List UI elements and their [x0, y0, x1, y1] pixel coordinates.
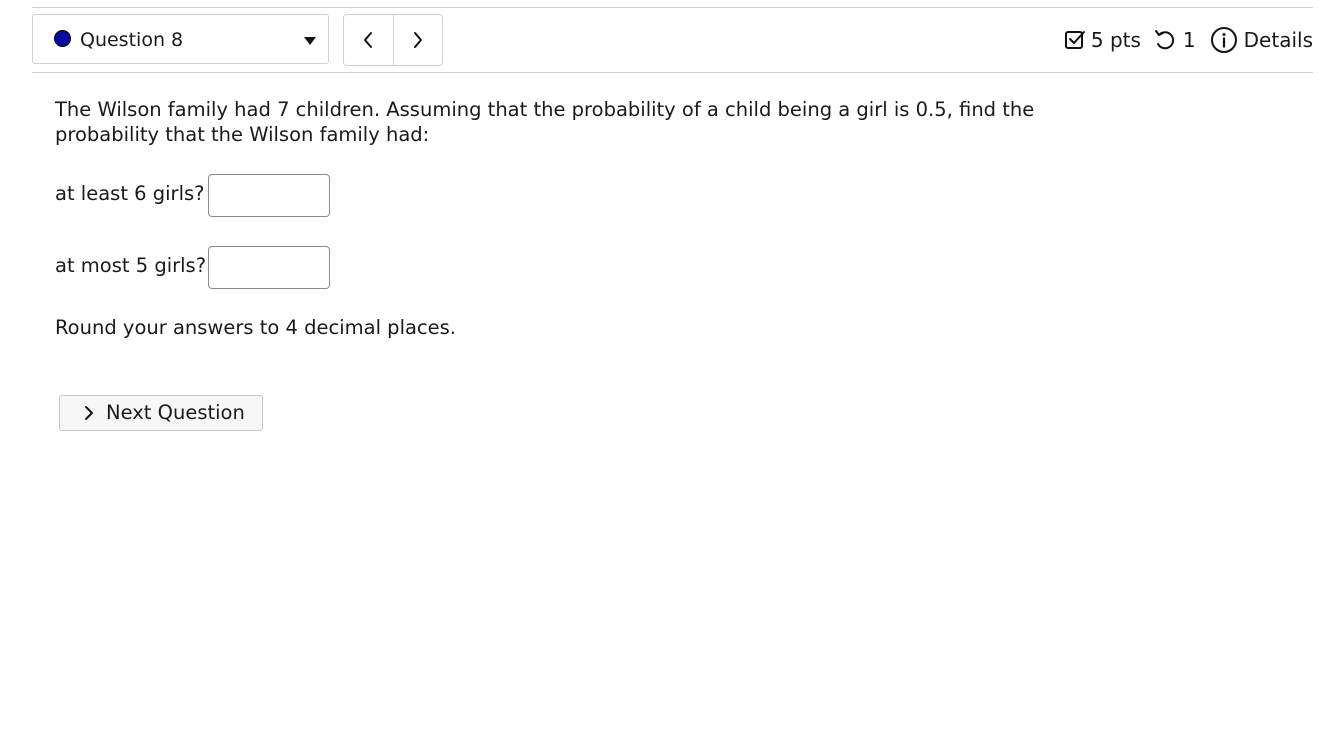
top-divider	[32, 7, 1313, 8]
details-label: Details	[1243, 28, 1313, 52]
question-label: Question 8	[80, 29, 184, 51]
question-nav	[343, 14, 443, 66]
header-divider	[32, 72, 1313, 73]
points-text: 5 pts	[1090, 28, 1141, 52]
page: Question 8 5 pts 1 Details The Wilson fa…	[0, 0, 1331, 738]
answer-part-1-input[interactable]	[208, 174, 330, 217]
chevron-left-icon	[364, 32, 373, 48]
points-info: 5 pts	[1064, 26, 1141, 54]
answer-part-2-label: at most 5 girls?	[55, 254, 207, 277]
answer-part-1-label: at least 6 girls?	[55, 182, 205, 205]
chevron-right-icon	[85, 406, 93, 420]
caret-down-icon	[304, 37, 316, 45]
question-selector[interactable]: Question 8	[32, 14, 329, 64]
attempts-info: 1	[1153, 26, 1196, 54]
details-button[interactable]: Details	[1210, 26, 1313, 54]
info-icon	[1210, 27, 1237, 53]
previous-question-button[interactable]	[344, 15, 393, 65]
attempts-text: 1	[1182, 28, 1196, 52]
next-question-nav-button[interactable]	[392, 15, 442, 65]
next-question-button[interactable]: Next Question	[59, 395, 263, 431]
answer-part-2-input[interactable]	[208, 246, 330, 289]
next-question-label: Next Question	[106, 401, 245, 424]
chevron-right-icon	[413, 32, 422, 48]
retry-icon	[1154, 30, 1174, 50]
status-dot-icon	[54, 30, 71, 47]
question-prompt: The Wilson family had 7 children. Assumi…	[55, 98, 1035, 146]
question-meta: 5 pts 1 Details	[1064, 26, 1313, 54]
rounding-instruction: Round your answers to 4 decimal places.	[55, 316, 457, 339]
checkbox-icon	[1064, 31, 1085, 49]
